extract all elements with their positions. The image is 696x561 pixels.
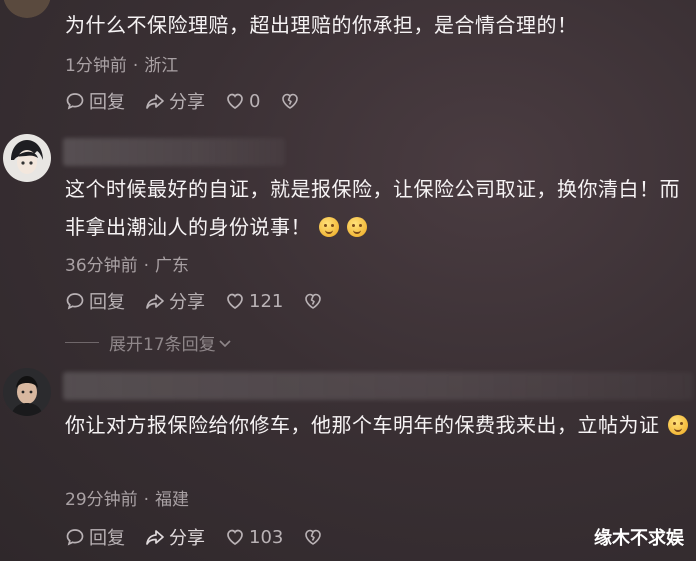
broken-heart-icon <box>305 293 322 309</box>
smile-emoji-icon <box>347 217 367 237</box>
comment-text: 你让对方报保险给你修车，他那个车明年的保费我来出，立帖为证 <box>65 406 693 444</box>
smile-emoji-icon <box>319 217 339 237</box>
expand-replies-button[interactable]: 展开17条回复 <box>65 330 232 355</box>
comment-meta: 29分钟前 · 福建 <box>65 490 190 510</box>
comment-time: 29分钟前 <box>65 490 138 510</box>
username-blurred[interactable] <box>63 138 285 166</box>
chevron-down-icon <box>219 339 231 347</box>
share-icon <box>146 94 164 109</box>
reply-button[interactable]: 回复 <box>65 288 125 314</box>
share-button[interactable]: 分享 <box>145 88 205 114</box>
comment-meta: 36分钟前 · 广东 <box>65 256 190 276</box>
dislike-button[interactable] <box>280 91 304 111</box>
watermark: 缘木不求娱 <box>594 528 684 549</box>
avatar[interactable] <box>3 134 51 182</box>
username-blurred[interactable] <box>63 372 693 400</box>
dislike-button[interactable] <box>303 527 327 547</box>
comment-actions: 回复 分享 0 <box>65 88 324 114</box>
reply-button[interactable]: 回复 <box>65 88 125 114</box>
like-count: 121 <box>249 290 284 312</box>
comment-meta: 1分钟前 · 浙江 <box>65 56 179 76</box>
heart-icon <box>227 93 243 109</box>
reply-button[interactable]: 回复 <box>65 524 125 550</box>
like-button[interactable]: 121 <box>225 291 283 312</box>
heart-icon <box>227 293 243 309</box>
like-button[interactable]: 0 <box>225 91 260 112</box>
smile-emoji-icon <box>667 415 688 435</box>
dislike-button[interactable] <box>303 291 327 311</box>
comment-actions: 回复 分享 121 <box>65 288 347 314</box>
divider-line <box>65 342 99 343</box>
comment-time: 36分钟前 <box>65 256 138 276</box>
like-button[interactable]: 103 <box>225 527 283 548</box>
comment-icon <box>66 93 84 110</box>
like-count: 103 <box>249 526 284 548</box>
like-count: 0 <box>249 90 261 112</box>
share-icon <box>146 294 164 309</box>
comment-time: 1分钟前 <box>65 56 127 76</box>
comment-location: 福建 <box>155 490 190 510</box>
heart-icon <box>227 529 243 545</box>
share-icon <box>146 530 164 545</box>
broken-heart-icon <box>282 93 299 109</box>
avatar[interactable] <box>3 368 51 416</box>
comment-text: 为什么不保险理赔，超出理赔的你承担，是合情合理的！ <box>65 13 578 37</box>
comment-icon <box>66 529 84 546</box>
avatar[interactable] <box>3 0 51 18</box>
comment-text: 这个时候最好的自证，就是报保险，让保险公司取证，换你清白！而非拿出潮汕人的身份说… <box>65 177 680 239</box>
share-button[interactable]: 分享 <box>145 288 205 314</box>
broken-heart-icon <box>305 529 322 545</box>
comment-actions: 回复 分享 103 <box>65 524 347 550</box>
comment-icon <box>66 293 84 310</box>
comment-location: 广东 <box>155 256 190 276</box>
comment-location: 浙江 <box>144 56 179 76</box>
share-button[interactable]: 分享 <box>145 524 205 550</box>
